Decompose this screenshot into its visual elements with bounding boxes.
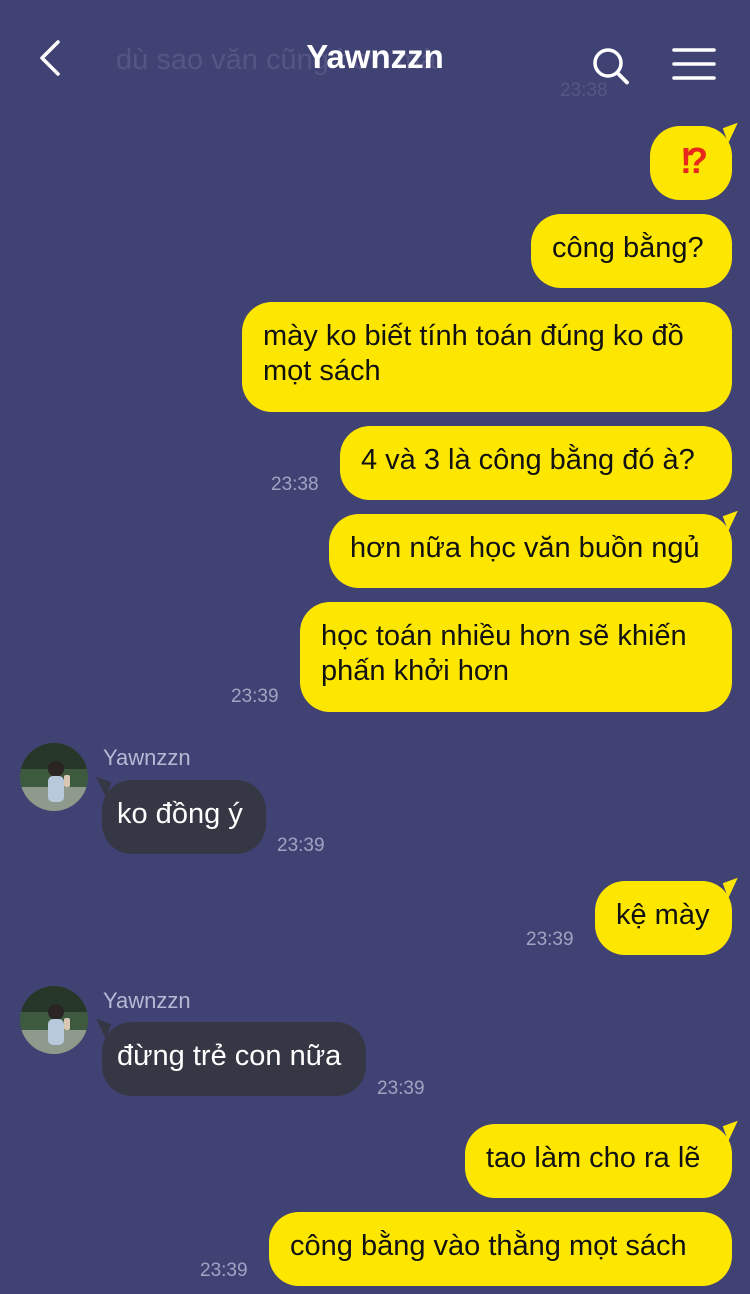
search-button[interactable] — [586, 42, 636, 92]
outgoing-message-bubble[interactable]: hơn nữa học văn buồn ngủ — [329, 510, 744, 588]
avatar[interactable] — [20, 986, 88, 1054]
message-text: học toán nhiều hơn sẽ khiến phấn khởi hơ… — [321, 620, 687, 687]
message-timestamp: 23:39 — [277, 835, 325, 856]
hamburger-menu-icon — [672, 48, 716, 80]
message-text: ko đồng ý — [117, 798, 243, 830]
outgoing-message-bubble[interactable]: tao làm cho ra lẽ — [465, 1120, 744, 1198]
message-timestamp: 23:38 — [271, 474, 319, 495]
chat-title: Yawnzzn — [306, 38, 444, 75]
avatar-photo-icon — [20, 743, 88, 811]
menu-button[interactable] — [670, 44, 718, 84]
message-text: tao làm cho ra lẽ — [486, 1142, 701, 1174]
outgoing-message-bubble[interactable]: mày ko biết tính toán đúng ko đồ mọt sác… — [242, 302, 732, 412]
message-text: đừng trẻ con nữa — [117, 1040, 342, 1072]
back-button[interactable] — [26, 34, 76, 84]
sender-name: Yawnzzn — [103, 988, 191, 1013]
chat-header: dù sao văn cũng hơn mà 23:38 Yawnzzn — [0, 0, 750, 110]
incoming-message-bubble[interactable]: ko đồng ý — [90, 776, 266, 854]
message-text: 4 và 3 là công bằng đó à? — [361, 444, 695, 476]
outgoing-message-bubble[interactable]: công bằng vào thằng mọt sách — [269, 1212, 732, 1286]
bubble-tail — [90, 1018, 112, 1040]
avatar-photo-icon — [20, 986, 88, 1054]
bubble-tail — [90, 776, 112, 798]
bubble-tail — [722, 510, 744, 532]
outgoing-message-bubble[interactable]: kệ mày — [595, 877, 744, 955]
message-text: hơn nữa học văn buồn ngủ — [350, 532, 700, 564]
exclamation-question-icon: !? — [680, 140, 708, 181]
bubble-tail — [722, 877, 744, 899]
message-text: kệ mày — [616, 899, 710, 931]
message-text: mày ko biết tính toán đúng ko đồ mọt sác… — [263, 320, 684, 387]
bubble-tail — [722, 1120, 744, 1142]
search-icon — [593, 48, 629, 85]
message-text: công bằng? — [552, 232, 704, 264]
incoming-message-bubble[interactable]: đừng trẻ con nữa — [90, 1018, 366, 1096]
outgoing-message-bubble[interactable]: !? — [650, 122, 744, 200]
outgoing-message-bubble[interactable]: công bằng? — [531, 214, 732, 288]
message-timestamp: 23:39 — [526, 929, 574, 950]
bubble-tail — [722, 122, 744, 144]
message-text: công bằng vào thằng mọt sách — [290, 1230, 687, 1262]
chevron-left-icon — [40, 40, 60, 76]
message-timestamp: 23:39 — [377, 1078, 425, 1099]
avatar[interactable] — [20, 743, 88, 811]
sender-name: Yawnzzn — [103, 745, 191, 770]
message-timestamp: 23:39 — [231, 686, 279, 707]
outgoing-message-bubble[interactable]: 4 và 3 là công bằng đó à? — [340, 426, 732, 500]
message-timestamp: 23:39 — [200, 1260, 248, 1281]
outgoing-message-bubble[interactable]: học toán nhiều hơn sẽ khiến phấn khởi hơ… — [300, 602, 732, 712]
